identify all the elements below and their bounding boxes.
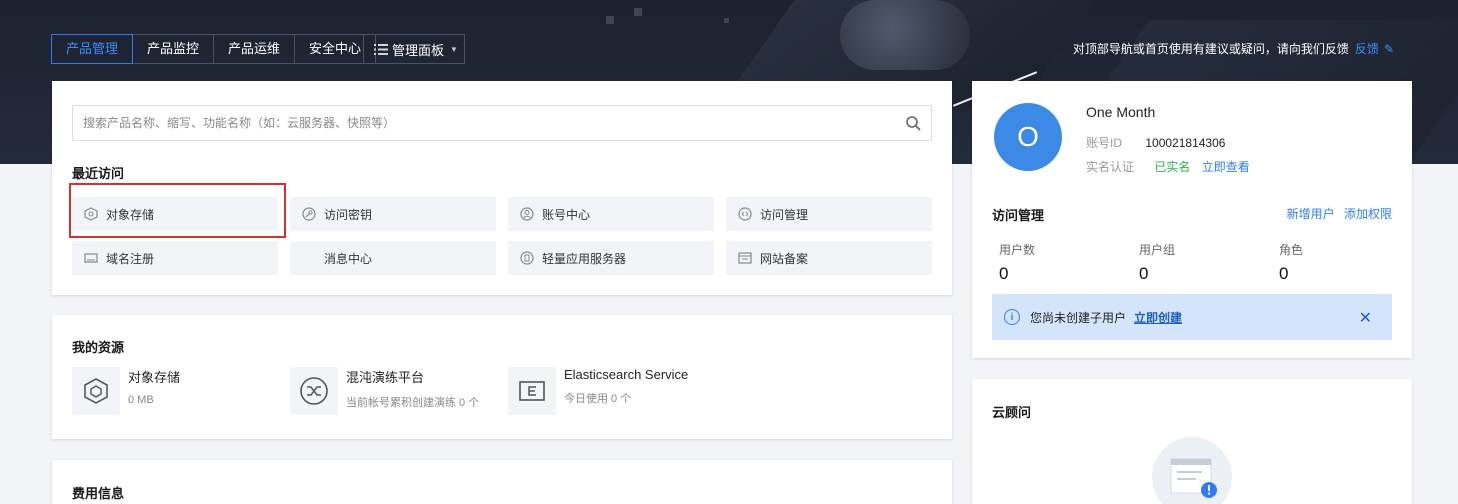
recent-item-label: 域名注册	[106, 251, 155, 266]
elasticsearch-icon	[508, 367, 556, 415]
stat-user-groups: 用户组 0	[1139, 241, 1175, 284]
access-icon	[738, 207, 752, 221]
recent-item-account-center[interactable]: 账号中心	[508, 197, 714, 231]
advisor-illustration	[1152, 437, 1232, 504]
cube-icon	[84, 207, 98, 221]
resource-elasticsearch[interactable]: Elasticsearch Service 今日使用 0 个	[508, 367, 688, 415]
my-resources-title: 我的资源	[72, 340, 125, 355]
no-subuser-notice: i 您尚未创建子用户 立即创建 ✕	[992, 294, 1392, 340]
cloud-advisor-title: 云顾问	[992, 405, 1032, 420]
domain-icon	[84, 251, 98, 265]
recent-item-label: 访问密钥	[324, 207, 373, 222]
search-icon[interactable]	[905, 115, 921, 131]
banner-decoration	[606, 16, 614, 24]
resource-usage: 当前帐号累积创建演练 0 个	[346, 397, 480, 409]
account-name: One Month	[1086, 104, 1156, 120]
caret-down-icon: ▼	[450, 44, 458, 54]
account-id-value: 100021814306	[1145, 136, 1226, 150]
close-icon[interactable]: ✕	[1359, 308, 1372, 328]
list-icon	[374, 43, 388, 55]
recent-item-access-management[interactable]: 访问管理	[726, 197, 932, 231]
banner-decoration	[724, 18, 729, 23]
real-name-auth-label: 实名认证	[1086, 160, 1135, 174]
product-search	[72, 105, 932, 141]
tab-product-operations[interactable]: 产品运维	[213, 34, 296, 64]
billing-card: 费用信息	[52, 460, 952, 504]
feedback-text: 对顶部导航或首页使用有建议或疑问，请向我们反馈	[1072, 42, 1349, 56]
access-management-title: 访问管理	[992, 208, 1045, 223]
stat-value: 0	[1139, 264, 1149, 283]
recent-visits-title: 最近访问	[72, 166, 125, 181]
notice-text: 您尚未创建子用户	[1030, 310, 1127, 325]
resource-object-storage[interactable]: 对象存储 0 MB	[72, 367, 180, 415]
recent-item-website-record[interactable]: 网站备案	[726, 241, 932, 275]
top-nav-tabs: 产品管理 产品监控 产品运维 安全中心	[51, 34, 377, 64]
user-icon	[520, 207, 534, 221]
billing-title: 费用信息	[72, 486, 125, 501]
real-name-auth-row: 实名认证 已实名 立即查看	[1086, 158, 1250, 175]
recent-item-lighthouse[interactable]: 轻量应用服务器	[508, 241, 714, 275]
banner-cloud-logo	[840, 0, 970, 70]
recent-item-label: 访问管理	[760, 207, 809, 222]
record-icon	[738, 251, 752, 265]
access-actions: 新增用户 添加权限	[1287, 205, 1392, 222]
recent-item-label: 账号中心	[542, 207, 591, 222]
cloud-advisor-card: 云顾问	[972, 379, 1412, 504]
account-card: O One Month 账号ID 100021814306 实名认证 已实名 立…	[972, 81, 1412, 358]
resource-usage: 今日使用 0 个	[564, 393, 632, 405]
resource-chaos-platform[interactable]: 混沌演练平台 当前帐号累积创建演练 0 个	[290, 367, 479, 415]
pencil-icon[interactable]: ✎	[1384, 42, 1394, 56]
management-panel-label: 管理面板	[392, 42, 445, 58]
stat-value: 0	[999, 264, 1009, 283]
management-panel-button[interactable]: 管理面板 ▼	[363, 34, 465, 64]
info-icon: i	[1004, 309, 1020, 325]
account-id-row: 账号ID 100021814306	[1086, 134, 1225, 151]
resource-name: 对象存储	[128, 370, 181, 385]
create-now-link[interactable]: 立即创建	[1134, 309, 1182, 326]
add-user-link[interactable]: 新增用户	[1287, 207, 1335, 221]
view-auth-link[interactable]: 立即查看	[1202, 160, 1250, 174]
product-search-input[interactable]	[83, 116, 905, 130]
stat-roles: 角色 0	[1279, 241, 1303, 284]
recent-item-label: 消息中心	[324, 251, 373, 266]
tab-product-monitoring[interactable]: 产品监控	[132, 34, 215, 64]
stat-label: 角色	[1279, 243, 1304, 257]
recent-item-label: 网站备案	[760, 251, 809, 266]
feedback-bar: 对顶部导航或首页使用有建议或疑问，请向我们反馈 反馈 ✎	[1073, 40, 1394, 57]
resource-name: 混沌演练平台	[346, 370, 425, 385]
recent-item-label: 对象存储	[106, 207, 155, 222]
banner-decoration	[634, 8, 642, 16]
stat-users: 用户数 0	[999, 241, 1035, 284]
resource-usage: 0 MB	[128, 394, 154, 406]
search-recent-card: 最近访问 对象存储 访问密钥 账号中心 访问管理 域名注册 消息中心	[52, 81, 952, 295]
server-icon	[520, 251, 534, 265]
cube-icon	[72, 367, 120, 415]
stat-label: 用户组	[1139, 243, 1176, 257]
feedback-link[interactable]: 反馈	[1355, 40, 1379, 57]
resource-name: Elasticsearch Service	[564, 367, 689, 382]
document-alert-icon	[1170, 458, 1217, 498]
message-icon	[302, 251, 316, 265]
add-permission-link[interactable]: 添加权限	[1344, 207, 1392, 221]
recent-item-label: 轻量应用服务器	[542, 251, 627, 266]
stat-label: 用户数	[999, 243, 1036, 257]
recent-item-object-storage[interactable]: 对象存储	[72, 197, 278, 231]
recent-item-access-keys[interactable]: 访问密钥	[290, 197, 496, 231]
shuffle-icon	[290, 367, 338, 415]
recent-item-message-center[interactable]: 消息中心	[290, 241, 496, 275]
key-icon	[302, 207, 316, 221]
my-resources-card: 我的资源 对象存储 0 MB 混沌演练平台 当前帐号累积创建演练 0 个 Ela…	[52, 315, 952, 439]
account-id-label: 账号ID	[1086, 136, 1123, 150]
tab-product-management[interactable]: 产品管理	[51, 34, 134, 64]
real-name-auth-status: 已实名	[1154, 160, 1191, 174]
stat-value: 0	[1279, 264, 1289, 283]
avatar: O	[994, 103, 1062, 171]
recent-item-domain-registration[interactable]: 域名注册	[72, 241, 278, 275]
